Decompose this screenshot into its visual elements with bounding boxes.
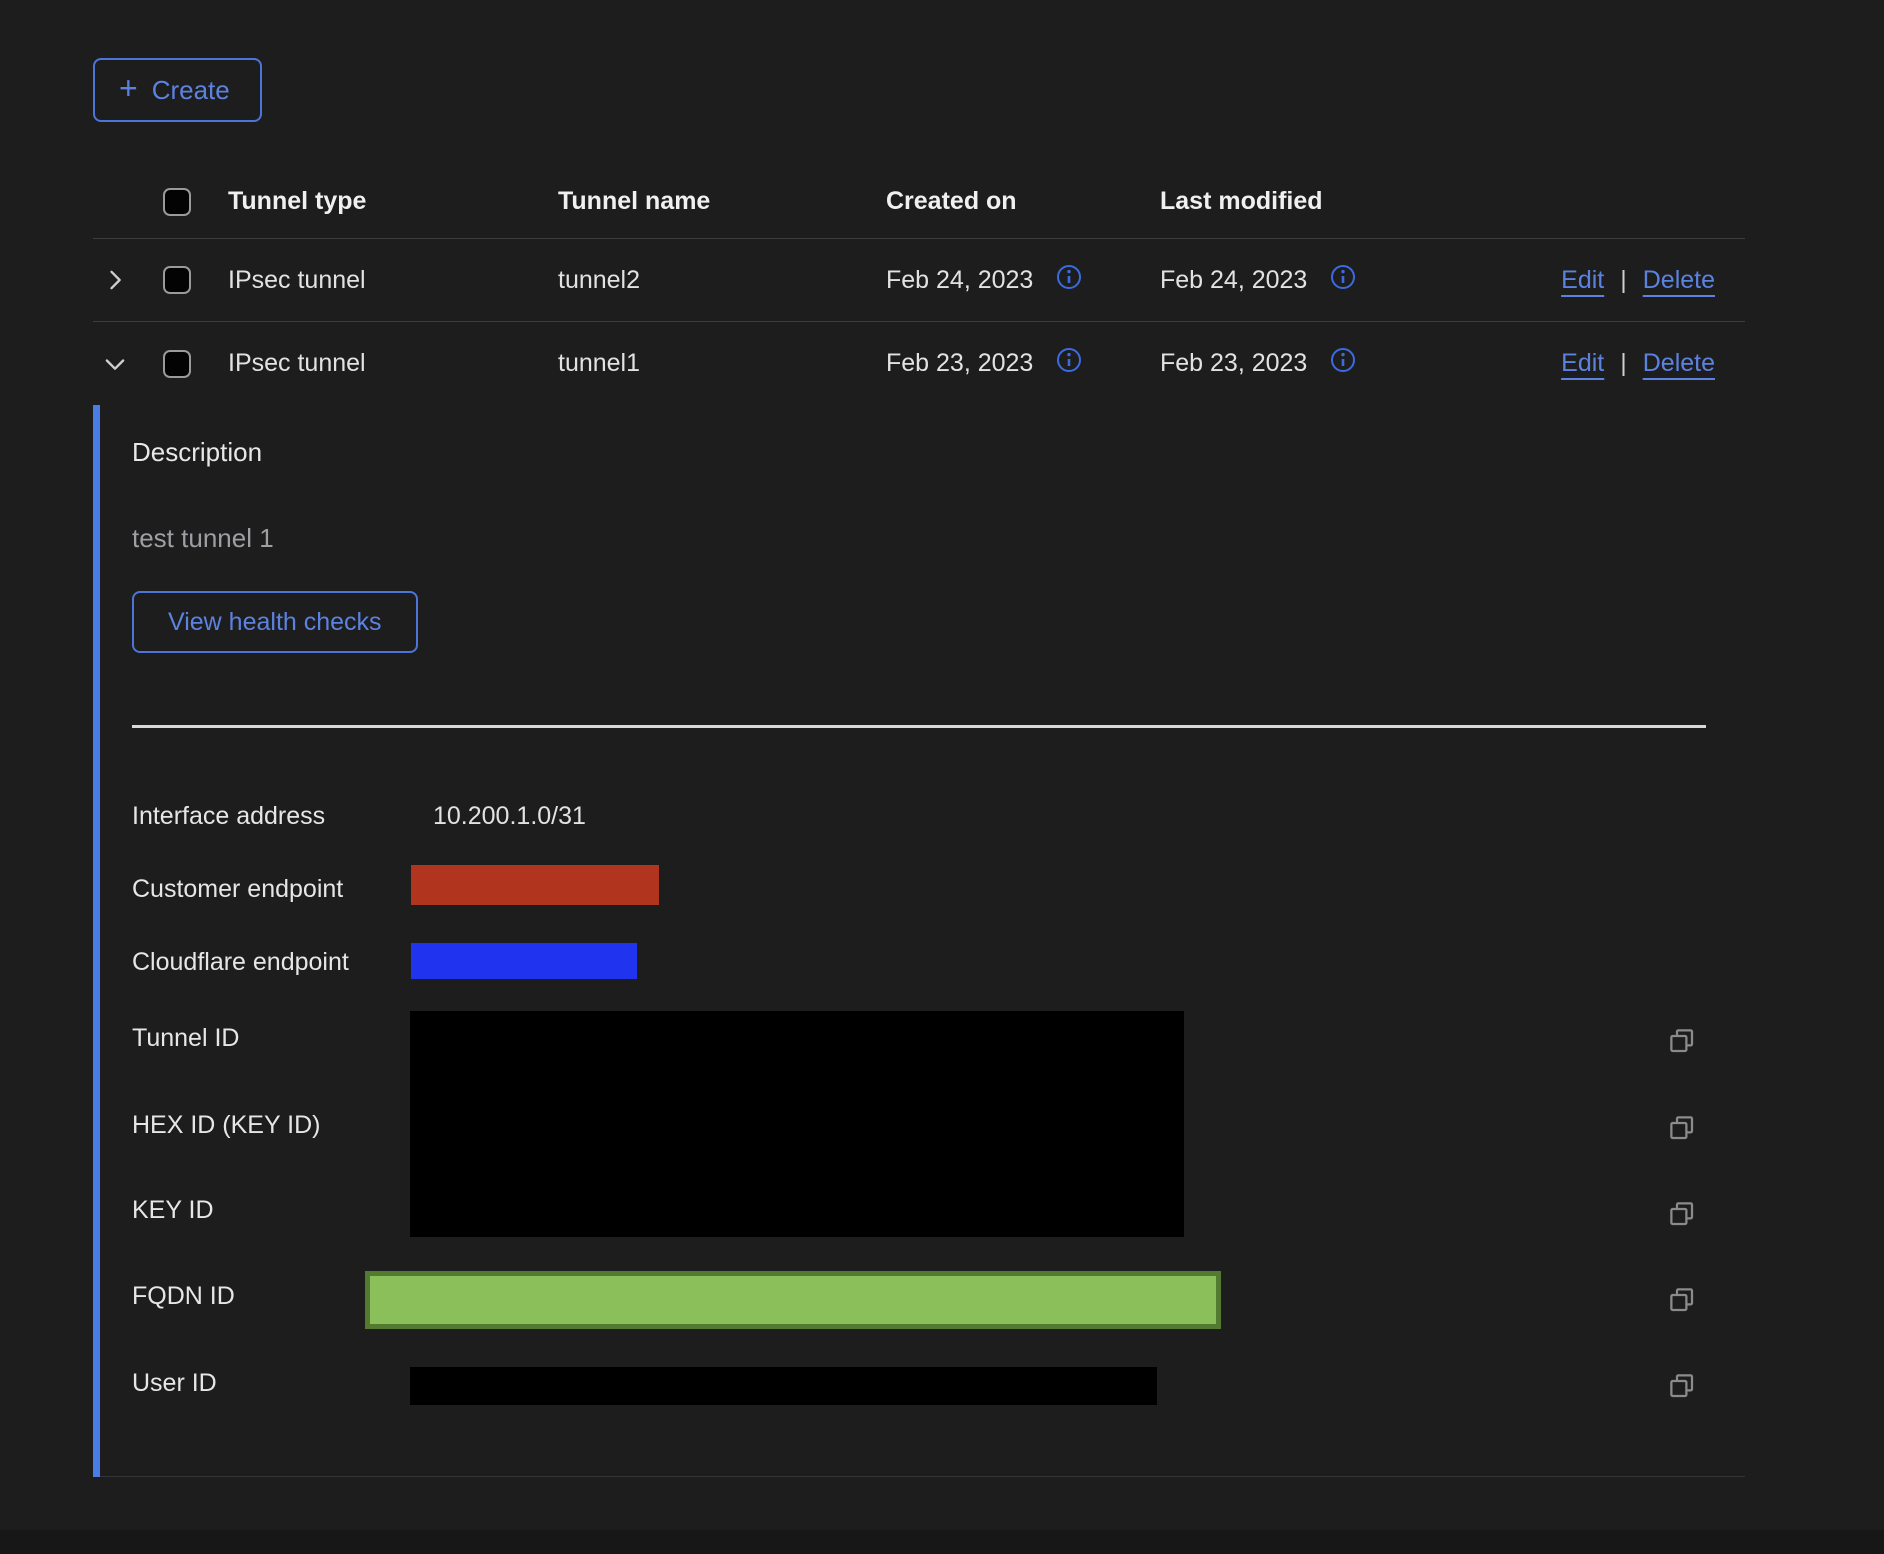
page-bottom-strip: [0, 1530, 1884, 1554]
create-button-label: Create: [152, 75, 230, 106]
plus-icon: +: [119, 72, 138, 104]
tunnel-hex-key-id-redacted-values: [410, 1011, 1184, 1237]
info-icon[interactable]: [1055, 346, 1083, 381]
row-checkbox[interactable]: [163, 350, 191, 378]
customer-endpoint-redacted-value: [411, 865, 659, 905]
collapse-chevron-down-icon[interactable]: [101, 350, 129, 378]
info-icon[interactable]: [1329, 263, 1357, 298]
last-modified-cell: Feb 24, 2023: [1160, 266, 1307, 295]
cloudflare-endpoint-label: Cloudflare endpoint: [132, 947, 349, 977]
header-created-on: Created on: [886, 187, 1160, 216]
info-icon[interactable]: [1055, 263, 1083, 298]
description-label: Description: [132, 437, 262, 468]
last-modified-cell: Feb 23, 2023: [1160, 349, 1307, 378]
header-tunnel-type: Tunnel type: [228, 187, 558, 216]
expanded-row-indicator-bar: [93, 405, 100, 1477]
customer-endpoint-label: Customer endpoint: [132, 874, 343, 904]
row-checkbox[interactable]: [163, 266, 191, 294]
copy-user-id-icon[interactable]: [1665, 1370, 1699, 1404]
expand-chevron-right-icon[interactable]: [101, 266, 129, 294]
delete-link[interactable]: Delete: [1643, 349, 1715, 378]
tunnel-type-cell: IPsec tunnel: [228, 349, 558, 378]
interface-address-value: 10.200.1.0/31: [433, 801, 586, 831]
tunnel-name-cell: tunnel2: [558, 266, 886, 295]
copy-fqdn-id-icon[interactable]: [1665, 1284, 1699, 1318]
tunnel-type-cell: IPsec tunnel: [228, 266, 558, 295]
user-id-label: User ID: [132, 1368, 217, 1398]
table-header-row: Tunnel type Tunnel name Created on Last …: [93, 165, 1745, 239]
created-on-cell: Feb 24, 2023: [886, 266, 1033, 295]
fqdn-id-label: FQDN ID: [132, 1281, 235, 1311]
copy-tunnel-id-icon[interactable]: [1665, 1025, 1699, 1059]
edit-link[interactable]: Edit: [1561, 266, 1604, 295]
fqdn-id-redacted-value: [365, 1271, 1221, 1329]
tunnels-table: Tunnel type Tunnel name Created on Last …: [93, 165, 1745, 1477]
copy-hex-id-icon[interactable]: [1665, 1112, 1699, 1146]
tunnel-id-label: Tunnel ID: [132, 1023, 239, 1053]
create-button[interactable]: + Create: [93, 58, 262, 122]
created-on-cell: Feb 23, 2023: [886, 349, 1033, 378]
ipsec-tunnels-page: + Create Tunnel type Tunnel name Created…: [0, 0, 1884, 1554]
interface-address-label: Interface address: [132, 801, 325, 831]
cloudflare-endpoint-redacted-value: [411, 943, 637, 979]
header-last-modified: Last modified: [1160, 187, 1455, 216]
select-all-checkbox[interactable]: [163, 188, 191, 216]
info-icon[interactable]: [1329, 346, 1357, 381]
action-separator: |: [1620, 349, 1627, 378]
view-health-checks-label: View health checks: [168, 608, 382, 637]
table-row: IPsec tunnel tunnel2 Feb 24, 2023 Feb 24…: [93, 239, 1745, 322]
key-id-label: KEY ID: [132, 1195, 214, 1225]
hex-id-label: HEX ID (KEY ID): [132, 1110, 320, 1140]
table-row: IPsec tunnel tunnel1 Feb 23, 2023 Feb 23…: [93, 322, 1745, 405]
section-divider: [132, 725, 1706, 728]
copy-key-id-icon[interactable]: [1665, 1198, 1699, 1232]
tunnel-detail-panel: Description test tunnel 1 View health ch…: [93, 405, 1745, 1477]
description-value: test tunnel 1: [132, 523, 274, 554]
view-health-checks-button[interactable]: View health checks: [132, 591, 418, 653]
user-id-redacted-value: [410, 1367, 1157, 1405]
action-separator: |: [1620, 266, 1627, 295]
header-tunnel-name: Tunnel name: [558, 187, 886, 216]
delete-link[interactable]: Delete: [1643, 266, 1715, 295]
edit-link[interactable]: Edit: [1561, 349, 1604, 378]
tunnel-name-cell: tunnel1: [558, 349, 886, 378]
